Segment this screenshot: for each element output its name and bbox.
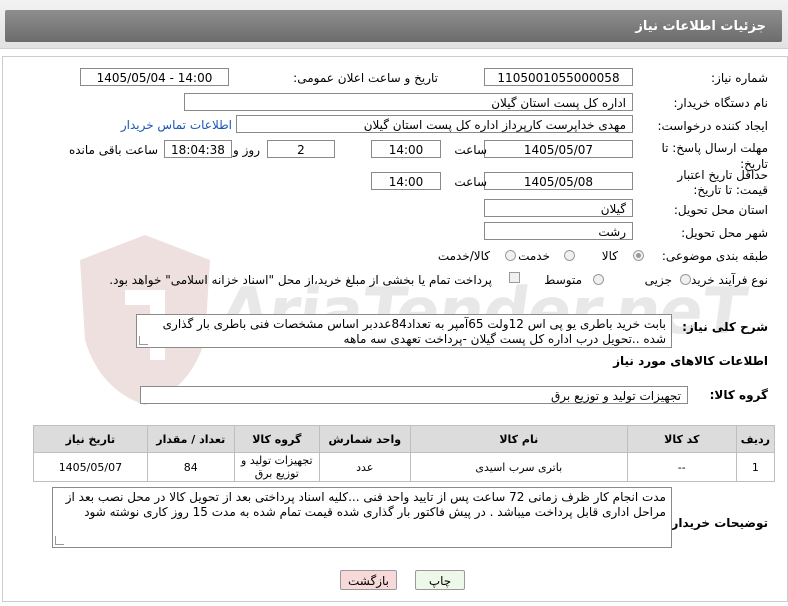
page-header: جزئیات اطلاعات نیاز xyxy=(0,0,788,49)
goods-section-title: اطلاعات کالاهای مورد نیاز xyxy=(613,354,768,368)
remaining-time-field: 18:04:38 xyxy=(164,140,232,158)
buyer-notes-label: توضیحات خریدار: xyxy=(666,516,768,530)
cell-qty: 84 xyxy=(146,452,235,482)
goods-table: ردیف کد کالا نام کالا واحد شمارش گروه کا… xyxy=(33,425,776,482)
validity-time-field: 14:00 xyxy=(371,172,441,190)
creator-label: ایجاد کننده درخواست: xyxy=(657,119,768,133)
validity-date-field: 1405/05/08 xyxy=(484,172,633,190)
category-radio-goods[interactable] xyxy=(633,250,644,261)
buyer-org-field: اداره کل پست استان گیلان xyxy=(184,93,633,111)
validity-label: حداقل تاریخ اعتبار قیمت: تا تاریخ: xyxy=(677,168,768,197)
buyer-notes-textarea[interactable]: مدت انجام کار ظرف زمانی 72 ساعت پس از تا… xyxy=(52,487,672,548)
category-radio-both[interactable] xyxy=(505,250,516,261)
validity-time-label: ساعت xyxy=(454,175,487,189)
category-option-goods: کالا xyxy=(601,249,618,263)
need-number-field: 1105001055000058 xyxy=(484,68,633,86)
deadline-time-label: ساعت xyxy=(454,143,487,157)
description-textarea[interactable]: بابت خرید باطری یو پی اس 12ولت 65آمپر به… xyxy=(136,314,672,348)
description-text: بابت خرید باطری یو پی اس 12ولت 65آمپر به… xyxy=(162,317,666,346)
col-header-date: تاریخ نیاز xyxy=(33,425,148,453)
cell-row: 1 xyxy=(735,452,776,482)
goods-table-header: ردیف کد کالا نام کالا واحد شمارش گروه کا… xyxy=(33,425,776,453)
announce-label: تاریخ و ساعت اعلان عمومی: xyxy=(293,71,438,85)
resize-grip-icon[interactable] xyxy=(55,536,64,545)
contact-info-link[interactable]: اطلاعات تماس خریدار xyxy=(121,118,232,132)
category-label: طبقه بندی موضوعی: xyxy=(661,249,768,263)
process-option-minor: جزیی xyxy=(644,273,672,287)
cell-name: باتری سرب اسیدی xyxy=(409,452,628,482)
payment-note: پرداخت تمام یا بخشی از مبلغ خرید،از محل … xyxy=(109,273,492,287)
col-header-name: نام کالا xyxy=(409,425,628,453)
resize-grip-icon[interactable] xyxy=(139,336,148,345)
col-header-code: کد کالا xyxy=(626,425,737,453)
treasury-payment-checkbox[interactable] xyxy=(509,272,520,283)
deadline-date-field: 1405/05/07 xyxy=(484,140,633,158)
process-option-medium: متوسط xyxy=(544,273,582,287)
cell-group: تجهیزات تولید و توزیع برق xyxy=(233,452,320,482)
buyer-notes-text: مدت انجام کار ظرف زمانی 72 ساعت پس از تا… xyxy=(65,490,666,519)
need-number-label: شماره نیاز: xyxy=(711,71,768,85)
process-radio-medium[interactable] xyxy=(593,274,604,285)
print-button[interactable]: چاپ xyxy=(415,570,465,590)
cell-date: 1405/05/07 xyxy=(33,452,148,482)
days-field: 2 xyxy=(267,140,335,158)
col-header-unit: واحد شمارش xyxy=(318,425,411,453)
creator-field: مهدی خداپرست کارپرداز اداره کل پست استان… xyxy=(236,115,633,133)
header-bar: جزئیات اطلاعات نیاز xyxy=(5,10,782,42)
page-title: جزئیات اطلاعات نیاز xyxy=(635,19,766,34)
remaining-label: ساعت باقی مانده xyxy=(68,143,158,157)
deadline-time-field: 14:00 xyxy=(371,140,441,158)
goods-group-label: گروه کالا: xyxy=(709,388,768,402)
buyer-org-label: نام دستگاه خریدار: xyxy=(673,96,769,110)
col-header-qty: تعداد / مقدار xyxy=(146,425,235,453)
category-radio-service[interactable] xyxy=(564,250,575,261)
province-field: گیلان xyxy=(484,199,633,217)
back-button[interactable]: بازگشت xyxy=(340,570,397,590)
category-option-both: کالا/خدمت xyxy=(437,249,490,263)
description-label: شرح کلی نیاز: xyxy=(682,320,768,334)
announce-field: 1405/05/04 - 14:00 xyxy=(80,68,229,86)
category-option-service: خدمت xyxy=(518,249,550,263)
process-label: نوع فرآیند خرید : xyxy=(683,273,768,287)
col-header-row: ردیف xyxy=(735,425,776,453)
process-radio-minor[interactable] xyxy=(680,274,691,285)
province-label: استان محل تحویل: xyxy=(673,203,768,217)
cell-code: -- xyxy=(626,452,737,482)
table-row: 1 -- باتری سرب اسیدی عدد تجهیزات تولید و… xyxy=(33,452,776,482)
city-field: رشت xyxy=(484,222,633,240)
goods-group-field: تجهیزات تولید و توزیع برق xyxy=(140,386,688,404)
cell-unit: عدد xyxy=(318,452,411,482)
city-label: شهر محل تحویل: xyxy=(681,226,768,240)
col-header-group: گروه کالا xyxy=(233,425,320,453)
days-label: روز و xyxy=(233,143,260,157)
